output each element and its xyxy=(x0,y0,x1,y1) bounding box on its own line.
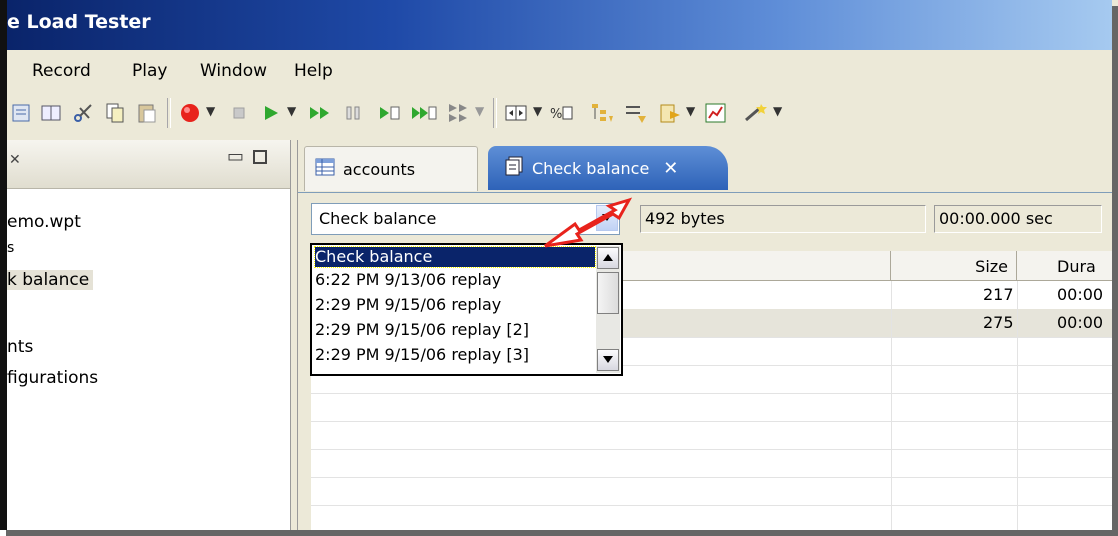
annotation-arrow-icon xyxy=(544,197,633,248)
column-divider xyxy=(891,281,892,530)
tab-check-balance[interactable]: Check balance ✕ xyxy=(488,146,728,190)
testcase-icon xyxy=(504,156,524,180)
tab-label: Check balance xyxy=(532,158,650,178)
fast-forward-icon[interactable] xyxy=(307,100,333,126)
chevron-down-icon[interactable]: ▼ xyxy=(287,104,296,118)
menu-record[interactable]: Record xyxy=(32,61,91,81)
dropdown-option[interactable]: 2:29 PM 9/15/06 replay xyxy=(315,295,595,315)
window-title: e Load Tester xyxy=(7,11,151,33)
step-icon[interactable] xyxy=(377,100,403,126)
record-view-icon[interactable] xyxy=(9,100,33,126)
dropdown-option[interactable]: 2:29 PM 9/15/06 replay [3] xyxy=(315,345,595,365)
table-row xyxy=(311,477,1113,506)
chevron-down-icon[interactable]: ▼ xyxy=(533,104,542,118)
tab-accounts[interactable]: accounts xyxy=(304,146,478,191)
maximize-icon[interactable] xyxy=(253,150,267,164)
transaction-dropdown-list: Check balance 6:22 PM 9/13/06 replay 2:2… xyxy=(310,243,623,376)
column-divider xyxy=(1017,281,1018,530)
stop-icon[interactable] xyxy=(227,100,251,126)
cut-icon[interactable] xyxy=(71,100,95,126)
percent-icon[interactable]: % xyxy=(549,100,575,126)
dropdown-option[interactable]: 2:29 PM 9/15/06 replay [2] xyxy=(315,320,595,340)
report-icon[interactable] xyxy=(703,100,729,126)
chevron-down-icon[interactable]: ▼ xyxy=(206,104,215,118)
play-icon[interactable] xyxy=(259,100,283,126)
transaction-select-value: Check balance xyxy=(319,209,437,228)
row-size: 275 xyxy=(983,313,1014,332)
size-readout: 492 bytes xyxy=(640,205,926,233)
chevron-down-icon[interactable]: ▼ xyxy=(686,104,695,118)
tree-sort-icon[interactable] xyxy=(589,100,615,126)
dropdown-scrollbar[interactable] xyxy=(596,246,620,373)
tree-item-testcases[interactable]: s xyxy=(7,244,14,252)
menu-bar: Record Play Window Help xyxy=(7,55,1112,87)
duration-readout: 00:00.000 sec xyxy=(934,205,1102,233)
step-all-icon[interactable] xyxy=(409,100,439,126)
minimize-icon[interactable]: ▭ xyxy=(227,146,244,167)
tree-item-accounts[interactable]: nts xyxy=(7,337,33,357)
table-row xyxy=(311,393,1113,422)
dropdown-option[interactable]: 6:22 PM 9/13/06 replay xyxy=(315,270,595,290)
chevron-down-icon[interactable]: ▼ xyxy=(475,104,484,118)
table-row xyxy=(311,449,1113,478)
svg-text:%: % xyxy=(550,107,562,122)
tree-item-configurations[interactable]: figurations xyxy=(7,368,98,388)
close-view-icon[interactable]: ✕ xyxy=(9,152,21,168)
load-test-icon[interactable] xyxy=(445,100,471,126)
table-icon xyxy=(315,158,335,180)
record-icon[interactable] xyxy=(177,100,203,126)
tree-item-check-balance[interactable]: k balance xyxy=(7,270,94,290)
title-bar: e Load Tester xyxy=(7,0,1112,50)
window-shadow xyxy=(6,530,1118,536)
column-header-duration[interactable]: Dura xyxy=(1017,251,1113,281)
window-shadow xyxy=(1112,6,1118,536)
export-icon[interactable] xyxy=(657,100,683,126)
menu-play[interactable]: Play xyxy=(132,61,167,81)
wand-icon[interactable] xyxy=(741,100,771,126)
tab-label: accounts xyxy=(343,159,416,179)
row-size: 217 xyxy=(983,285,1014,304)
menu-help[interactable]: Help xyxy=(294,61,333,81)
app-window: e Load Tester Record Play Window Help ▼ xyxy=(0,0,1118,530)
paste-icon[interactable] xyxy=(135,100,159,126)
editor-tabs: accounts Check balance ✕ xyxy=(298,140,1113,193)
fields-icon[interactable] xyxy=(503,100,529,126)
toolbar-separator xyxy=(167,98,171,128)
navigator-header: ✕ ▭ xyxy=(7,140,290,189)
compare-icon[interactable] xyxy=(39,100,63,126)
table-row xyxy=(311,421,1113,450)
chevron-down-icon[interactable]: ▼ xyxy=(773,104,782,118)
column-header-size[interactable]: Size xyxy=(891,251,1017,281)
row-duration: 00:00 xyxy=(1057,313,1104,332)
tree-item-repository[interactable]: emo.wpt xyxy=(7,212,81,232)
toolbar: ▼ ▼ ▼ ▼ % ▼ ▼ xyxy=(7,92,1112,136)
scroll-down-icon[interactable] xyxy=(597,349,619,371)
navigator-panel: ✕ ▭ emo.wpt s k balance nts figurations xyxy=(7,140,291,530)
close-tab-icon[interactable]: ✕ xyxy=(663,158,678,179)
copy-icon[interactable] xyxy=(103,100,127,126)
menu-window[interactable]: Window xyxy=(200,61,267,81)
pause-icon[interactable] xyxy=(341,100,365,126)
toolbar-separator xyxy=(493,98,497,128)
row-duration: 00:00 xyxy=(1057,285,1104,304)
scroll-thumb[interactable] xyxy=(597,272,619,314)
filter-icon[interactable] xyxy=(623,100,649,126)
